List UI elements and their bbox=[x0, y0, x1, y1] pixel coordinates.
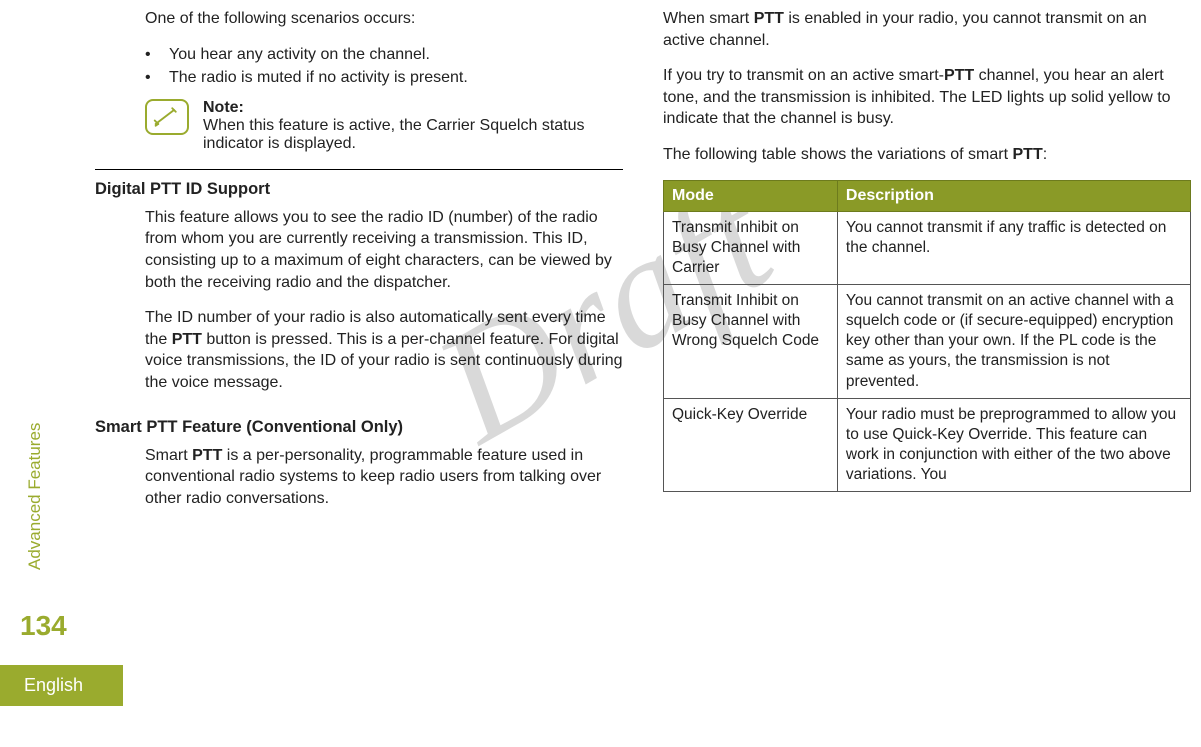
table-row: Quick-Key Override Your radio must be pr… bbox=[664, 398, 1191, 492]
right-paragraph-2: If you try to transmit on an active smar… bbox=[663, 65, 1191, 130]
table-header-row: Mode Description bbox=[664, 180, 1191, 211]
text-fragment: If you try to transmit on an active smar… bbox=[663, 67, 944, 84]
text-fragment: Smart bbox=[145, 447, 192, 464]
table-header-mode: Mode bbox=[664, 180, 838, 211]
scenario-intro: One of the following scenarios occurs: bbox=[145, 8, 623, 30]
table-cell-mode: Transmit Inhibit on Busy Channel with Ca… bbox=[664, 211, 838, 284]
bullet-marker: • bbox=[145, 44, 155, 66]
table-row: Transmit Inhibit on Busy Channel with Wr… bbox=[664, 284, 1191, 398]
note-icon bbox=[145, 99, 189, 135]
table-cell-mode: Quick-Key Override bbox=[664, 398, 838, 492]
table-cell-desc: Your radio must be preprogrammed to allo… bbox=[837, 398, 1190, 492]
table-row: Transmit Inhibit on Busy Channel with Ca… bbox=[664, 211, 1191, 284]
text-fragment: button is pressed. This is a per-channel… bbox=[145, 331, 623, 391]
language-badge: English bbox=[0, 665, 123, 706]
smart-ptt-paragraph: Smart PTT is a per-personality, programm… bbox=[145, 445, 623, 510]
left-sidebar: Advanced Features 134 English bbox=[0, 0, 70, 747]
ptt-bold: PTT bbox=[1013, 146, 1043, 163]
smart-ptt-table: Mode Description Transmit Inhibit on Bus… bbox=[663, 180, 1191, 493]
digital-ptt-paragraph-2: The ID number of your radio is also auto… bbox=[145, 307, 623, 393]
text-fragment: : bbox=[1043, 146, 1047, 163]
note-text: Note: When this feature is active, the C… bbox=[203, 99, 623, 153]
ptt-bold: PTT bbox=[944, 67, 974, 84]
digital-ptt-heading: Digital PTT ID Support bbox=[95, 169, 623, 199]
table-cell-desc: You cannot transmit on an active channel… bbox=[837, 284, 1190, 398]
ptt-bold: PTT bbox=[192, 447, 222, 464]
note-body: When this feature is active, the Carrier… bbox=[203, 117, 585, 152]
bullet-item: • The radio is muted if no activity is p… bbox=[145, 67, 623, 89]
digital-ptt-paragraph-1: This feature allows you to see the radio… bbox=[145, 207, 623, 293]
right-paragraph-1: When smart PTT is enabled in your radio,… bbox=[663, 8, 1191, 51]
ptt-bold: PTT bbox=[172, 331, 202, 348]
text-fragment: The following table shows the variations… bbox=[663, 146, 1013, 163]
note-label: Note: bbox=[203, 99, 244, 116]
bullet-marker: • bbox=[145, 67, 155, 89]
right-paragraph-3: The following table shows the variations… bbox=[663, 144, 1191, 166]
table-header-description: Description bbox=[837, 180, 1190, 211]
note-callout: Note: When this feature is active, the C… bbox=[145, 99, 623, 153]
bullet-text: The radio is muted if no activity is pre… bbox=[169, 67, 468, 89]
right-column: When smart PTT is enabled in your radio,… bbox=[663, 0, 1191, 523]
table-cell-desc: You cannot transmit if any traffic is de… bbox=[837, 211, 1190, 284]
table-cell-mode: Transmit Inhibit on Busy Channel with Wr… bbox=[664, 284, 838, 398]
text-fragment: When smart bbox=[663, 10, 754, 27]
left-column: One of the following scenarios occurs: •… bbox=[95, 0, 623, 523]
bullet-item: • You hear any activity on the channel. bbox=[145, 44, 623, 66]
ptt-bold: PTT bbox=[754, 10, 784, 27]
page-content: One of the following scenarios occurs: •… bbox=[95, 0, 1191, 523]
page-number: 134 bbox=[20, 610, 67, 642]
smart-ptt-heading: Smart PTT Feature (Conventional Only) bbox=[95, 408, 623, 437]
bullet-text: You hear any activity on the channel. bbox=[169, 44, 430, 66]
section-label: Advanced Features bbox=[25, 423, 45, 570]
